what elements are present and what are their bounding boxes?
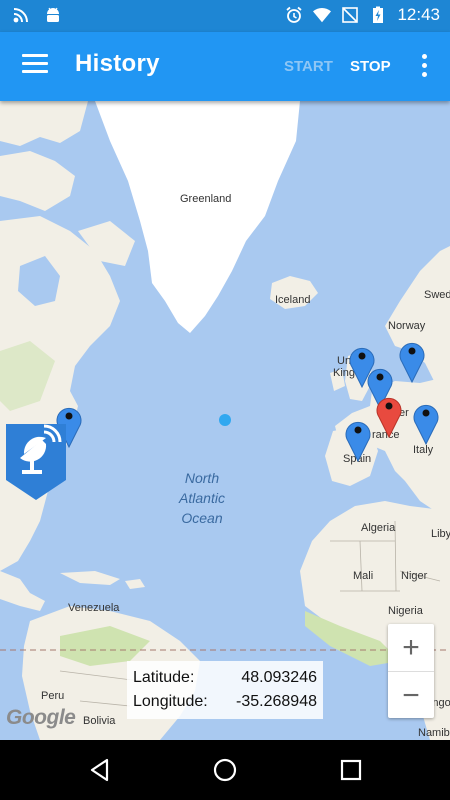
map-label-iceland: Iceland	[275, 294, 311, 306]
zoom-control: + −	[388, 624, 434, 718]
stop-button[interactable]: STOP	[350, 58, 391, 75]
home-icon[interactable]	[212, 757, 238, 783]
map-marker-italy[interactable]	[411, 399, 441, 445]
wifi-antenna-icon	[13, 8, 28, 23]
back-icon[interactable]	[87, 757, 113, 783]
wifi-icon	[313, 7, 332, 23]
longitude-value: -35.268948	[236, 693, 317, 710]
map-label-mali: Mali	[353, 570, 374, 582]
status-bar: 12:43	[0, 0, 450, 32]
map-label-nigeria: Nigeria	[388, 605, 423, 617]
map-label-bolivia: Bolivia	[83, 715, 116, 727]
map-label-italy: Italy	[413, 444, 434, 456]
overflow-menu-icon[interactable]	[422, 54, 428, 78]
map-label-niger: Niger	[401, 570, 428, 582]
status-time: 12:43	[397, 5, 440, 24]
map-label-venezuela: Venezuela	[68, 602, 120, 614]
zoom-in-button[interactable]: +	[388, 624, 434, 672]
map-label-norway: Norway	[388, 320, 426, 332]
start-button[interactable]: START	[284, 58, 333, 75]
map-marker-denmark[interactable]	[397, 337, 427, 383]
map-marker-spain[interactable]	[343, 416, 373, 462]
app-bar: History START STOP	[0, 32, 450, 101]
current-location-dot	[219, 414, 231, 426]
android-icon	[47, 7, 59, 22]
map-label-namibia: Namib	[418, 727, 450, 739]
coordinates-panel: Latitude: 48.093246 Longitude: -35.26894…	[127, 661, 323, 719]
map-marker-switzerland-selected[interactable]	[374, 392, 404, 438]
map-label-sweden: Swed	[424, 289, 450, 301]
latitude-value: 48.093246	[241, 669, 317, 686]
satellite-dish-logo-icon	[6, 424, 66, 500]
map-label-algeria: Algeria	[361, 522, 396, 534]
map-label-greenland: Greenland	[180, 193, 232, 205]
battery-charging-icon	[373, 6, 384, 23]
longitude-label: Longitude:	[133, 693, 208, 710]
alarm-icon	[286, 6, 303, 23]
navigation-bar	[0, 740, 450, 800]
map-label-peru: Peru	[41, 690, 65, 702]
recents-icon[interactable]	[338, 757, 364, 783]
map-label-libya: Liby	[431, 528, 450, 540]
hamburger-menu-icon[interactable]	[22, 54, 48, 76]
zoom-out-button[interactable]: −	[388, 672, 434, 719]
no-signal-icon	[342, 7, 359, 23]
google-attribution-logo: Google	[6, 706, 76, 729]
page-title: History	[75, 50, 160, 77]
latitude-label: Latitude:	[133, 669, 195, 686]
map-label-ocean: North Atlantic Ocean	[179, 470, 225, 526]
map-view[interactable]: Greenland Iceland Norway Swed Uni King r…	[0, 101, 450, 740]
